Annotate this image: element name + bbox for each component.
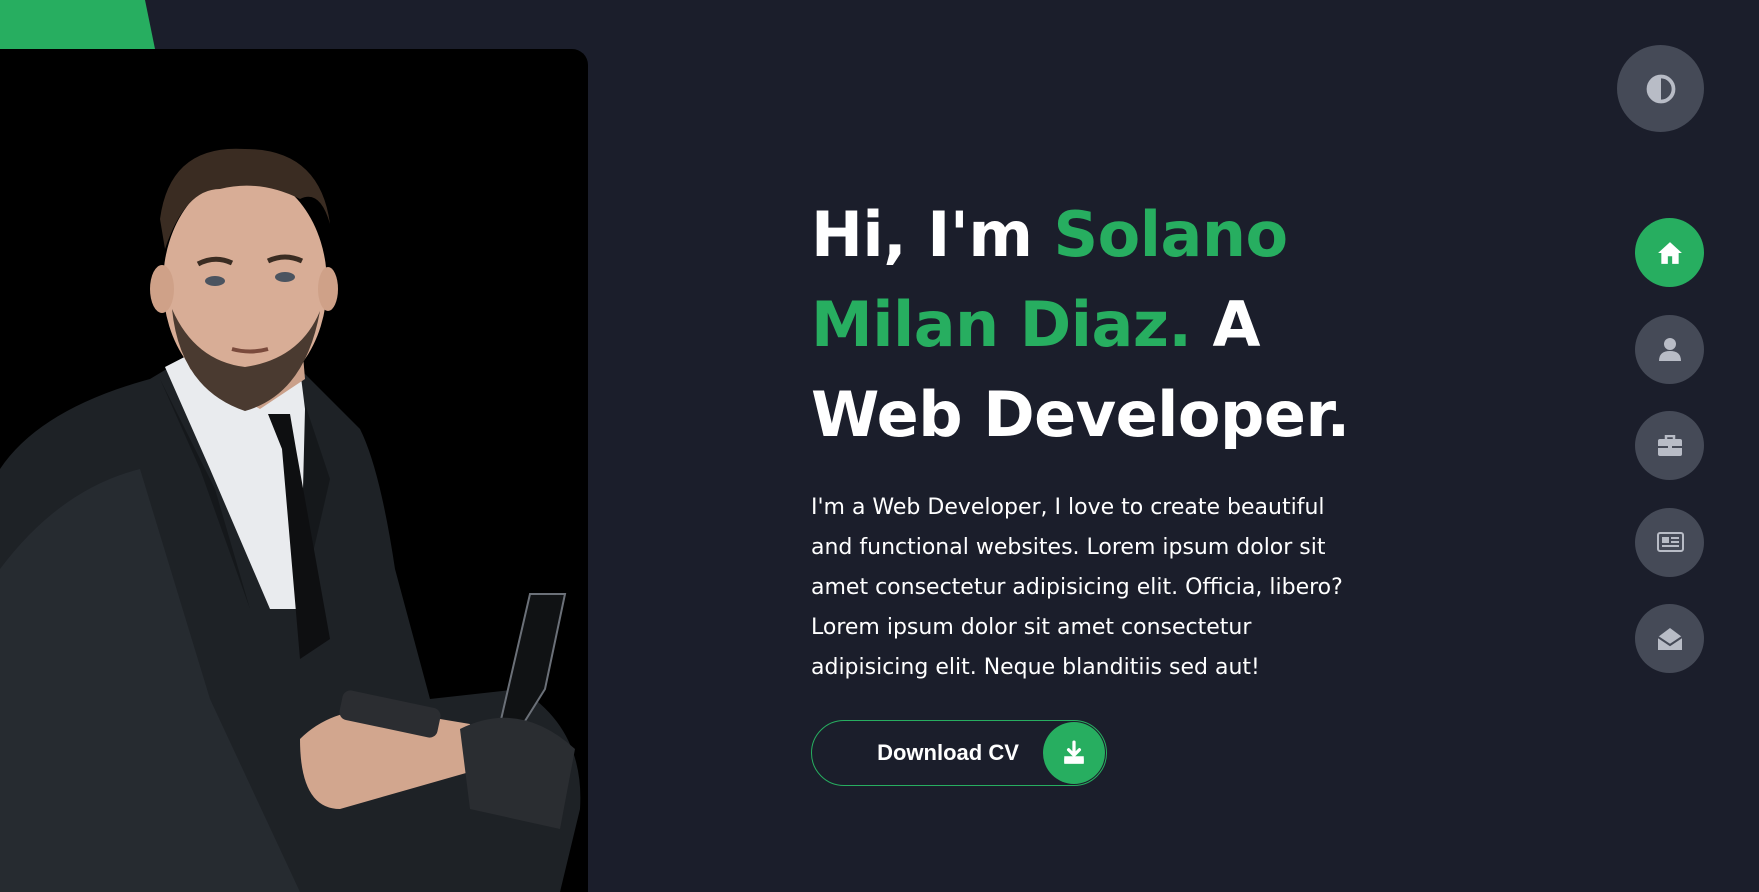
nav-item-contact[interactable] [1635, 604, 1704, 673]
nav-item-portfolio[interactable] [1635, 411, 1704, 480]
theme-toggle-button[interactable] [1617, 45, 1704, 132]
hero-description: I'm a Web Developer, I love to create be… [811, 495, 1343, 680]
hero-section: Hi, I'm Solano Milan Diaz. A Web Develop… [811, 190, 1391, 688]
nav-item-about[interactable] [1635, 314, 1704, 384]
profile-photo [0, 49, 588, 892]
home-icon [1657, 241, 1682, 264]
profile-photo-illustration [0, 148, 581, 892]
hero-title: Hi, I'm Solano Milan Diaz. A Web Develop… [811, 190, 1391, 460]
home-page: Hi, I'm Solano Milan Diaz. A Web Develop… [0, 0, 1759, 892]
nav-item-blogs[interactable] [1635, 507, 1704, 577]
nav-item-home[interactable] [1635, 218, 1704, 287]
briefcase-icon [1657, 434, 1682, 456]
side-navigation [1635, 218, 1704, 701]
user-icon [1658, 338, 1681, 361]
contrast-icon [1646, 74, 1675, 103]
accent-strip [0, 0, 155, 49]
download-cv-label: Download CV [877, 740, 1019, 765]
envelope-open-icon [1656, 627, 1683, 650]
download-icon [1043, 722, 1105, 784]
newspaper-icon [1656, 532, 1684, 552]
download-cv-button[interactable]: Download CV [811, 720, 1107, 786]
title-prefix: Hi, I'm [811, 198, 1054, 271]
